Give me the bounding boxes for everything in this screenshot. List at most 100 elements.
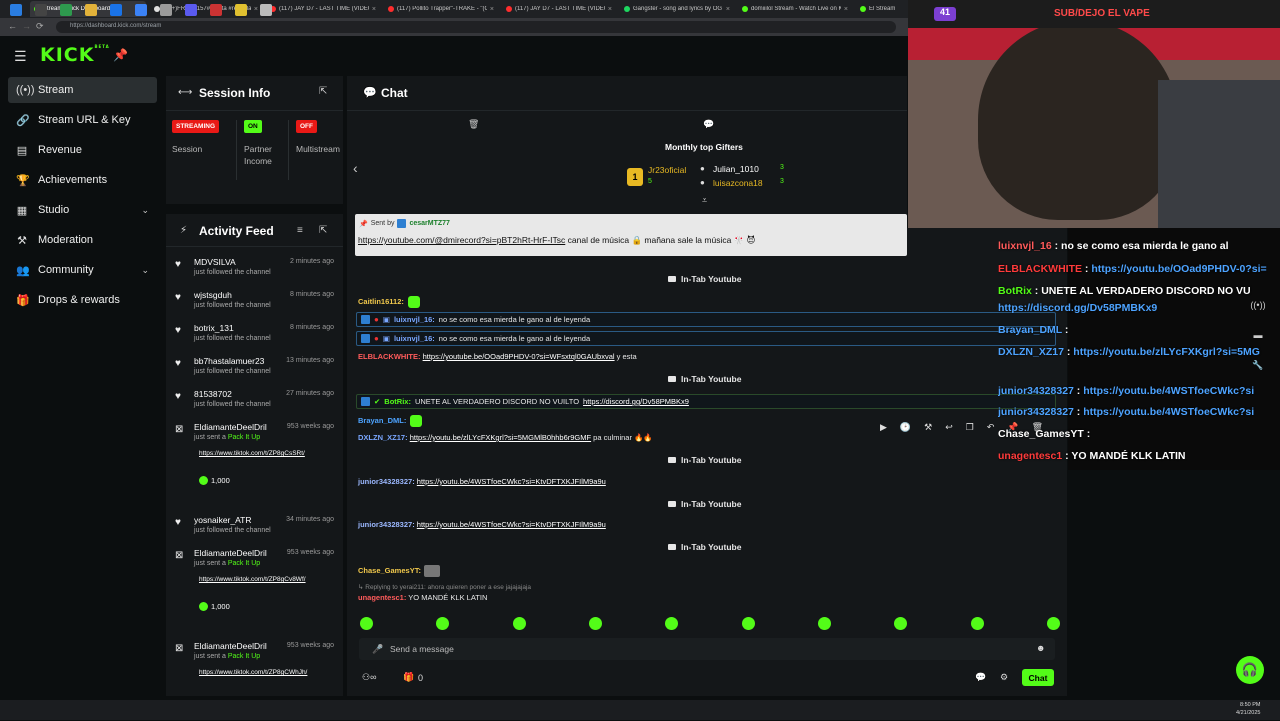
app-icon[interactable] bbox=[210, 4, 222, 16]
filter-icon[interactable]: ≡ bbox=[297, 225, 303, 236]
browser-tab[interactable]: El Stream bbox=[856, 1, 908, 17]
emoji-icon[interactable]: ☻ bbox=[1036, 643, 1045, 653]
pin-icon[interactable]: 📌 bbox=[113, 48, 128, 62]
in-tab-youtube-embed[interactable]: In-Tab Youtube bbox=[668, 455, 741, 465]
copy-icon[interactable]: ❐ bbox=[966, 422, 974, 433]
search-icon[interactable] bbox=[35, 4, 47, 16]
reply-icon[interactable]: ↩ bbox=[945, 422, 953, 433]
file-explorer-icon[interactable] bbox=[85, 4, 97, 16]
activity-username[interactable]: wjstsgduh bbox=[194, 290, 232, 300]
activity-username[interactable]: 81538702 bbox=[194, 389, 232, 399]
app-icon[interactable] bbox=[235, 4, 247, 16]
kick-logo[interactable]: KICKBETA bbox=[40, 44, 110, 66]
chat-username[interactable]: BotRix: bbox=[384, 397, 411, 406]
gift-icon[interactable]: 🎁 bbox=[403, 672, 414, 683]
activity-username[interactable]: MDVSILVA bbox=[194, 257, 236, 267]
emote-icon[interactable] bbox=[512, 617, 526, 630]
chat-link[interactable]: https://youtu.be/4WSTfoeCWkc?si=KtvDFTXK… bbox=[417, 477, 606, 486]
emote-icon[interactable] bbox=[1046, 617, 1060, 630]
sidebar-item-stream[interactable]: ((•)) Stream bbox=[8, 77, 157, 103]
close-icon[interactable]: × bbox=[844, 6, 848, 13]
chat-username[interactable]: Caitlin16112: bbox=[358, 297, 404, 306]
chat-username[interactable]: DXLZN_XZ17: bbox=[358, 433, 408, 442]
chevron-down-icon[interactable]: ⩡ bbox=[702, 195, 707, 206]
in-tab-youtube-embed[interactable]: In-Tab Youtube bbox=[668, 499, 741, 509]
activity-username[interactable]: EldiamanteDeelDril bbox=[194, 422, 267, 432]
emote-icon[interactable] bbox=[665, 617, 679, 630]
activity-username[interactable]: EldiamanteDeelDril bbox=[194, 548, 267, 558]
chat-link[interactable]: https://youtu.be/zlLYcFXKgrl?si=5MGMlB0h… bbox=[410, 433, 591, 442]
app-icon[interactable] bbox=[60, 4, 72, 16]
back-icon[interactable]: ← bbox=[8, 21, 17, 31]
close-icon[interactable]: × bbox=[608, 6, 612, 13]
pinned-link[interactable]: https://youtube.com/@dmirecord?si=pBT2hR… bbox=[358, 235, 565, 245]
popout-icon[interactable]: ⇱ bbox=[319, 86, 327, 97]
chat-username[interactable]: junior34328327: bbox=[358, 520, 415, 529]
in-tab-youtube-embed[interactable]: In-Tab Youtube bbox=[668, 274, 741, 284]
close-icon[interactable]: × bbox=[726, 6, 730, 13]
url-field[interactable]: https://dashboard.kick.com/stream bbox=[56, 21, 896, 33]
send-chat-button[interactable]: Chat bbox=[1022, 669, 1054, 686]
activity-username[interactable]: EldiamanteDeelDril bbox=[194, 641, 267, 651]
emote-icon[interactable] bbox=[970, 617, 984, 630]
chat-username[interactable]: ELBLACKWHITE: bbox=[358, 352, 421, 361]
activity-username[interactable]: yosnaiker_ATR bbox=[194, 515, 251, 525]
app-icon[interactable] bbox=[135, 4, 147, 16]
chevron-down-icon[interactable]: ⌄ bbox=[141, 205, 149, 216]
emote-icon[interactable] bbox=[817, 617, 831, 630]
menu-icon[interactable]: ☰ bbox=[14, 48, 27, 65]
chat-input-box[interactable] bbox=[359, 638, 1055, 660]
chat-username[interactable]: unagentesc1: bbox=[358, 593, 406, 602]
steam-icon[interactable] bbox=[160, 4, 172, 16]
sidebar-item-community[interactable]: 👥 Community ⌄ bbox=[8, 257, 157, 283]
chat-username[interactable]: Brayan_DML: bbox=[358, 416, 406, 425]
wrench-icon[interactable]: 🔧 bbox=[1252, 360, 1263, 371]
close-icon[interactable]: × bbox=[372, 6, 376, 13]
sidebar-item-achievements[interactable]: 🏆 Achievements bbox=[8, 167, 157, 193]
browser-tab[interactable]: (117) Pollito Trapper"-TRAKE - "(Off...× bbox=[384, 1, 498, 17]
chat-link[interactable]: https://discord.gg/Dv58PMBKx9 bbox=[583, 397, 689, 406]
window-icon[interactable]: ▬ bbox=[1254, 330, 1263, 340]
browser-tab[interactable]: domiiilol Stream - Watch Live on K... × bbox=[738, 1, 852, 17]
chat-username[interactable]: luixnvjl_16: bbox=[394, 315, 435, 324]
close-icon[interactable]: × bbox=[254, 6, 258, 13]
gear-icon[interactable]: ⚙ bbox=[1000, 672, 1008, 683]
chat-input-placeholder[interactable]: Send a message bbox=[390, 644, 454, 654]
in-tab-youtube-embed[interactable]: In-Tab Youtube bbox=[668, 542, 741, 552]
activity-link[interactable]: https://www.tiktok.com/t/ZP8gCsSRt/ bbox=[199, 449, 331, 458]
trash-icon[interactable]: 🗑 bbox=[468, 119, 479, 130]
chat-bubble-icon[interactable]: 💬 bbox=[975, 672, 986, 683]
clock-icon[interactable]: 🕑 bbox=[900, 422, 911, 433]
sidebar-item-moderation[interactable]: ⚒ Moderation bbox=[8, 227, 157, 253]
chevron-left-icon[interactable]: ‹ bbox=[353, 160, 358, 176]
activity-link[interactable]: https://www.tiktok.com/t/ZP8gCv8Wf/ bbox=[199, 575, 331, 584]
emote-icon[interactable] bbox=[894, 617, 908, 630]
forward-icon[interactable]: → bbox=[22, 21, 31, 31]
browser-tab[interactable]: Gangster - song and lyrics by OG F... × bbox=[620, 1, 734, 17]
activity-username[interactable]: botrix_131 bbox=[194, 323, 234, 333]
browser-tab[interactable]: (117) JAY D7 - LAST TIME (VIDEO C...× bbox=[502, 1, 616, 17]
broadcast-icon[interactable]: ((•)) bbox=[1250, 300, 1265, 310]
browser-tab[interactable]: (117) JAY D7 - LAST TIME (VIDEO... × bbox=[266, 1, 380, 17]
users-infinity-icon[interactable]: ⚇∞ bbox=[362, 672, 376, 683]
undo-icon[interactable]: ↶ bbox=[987, 422, 995, 433]
sidebar-item-drops-rewards[interactable]: 🎁 Drops & rewards bbox=[8, 287, 157, 313]
play-icon[interactable]: ▶ bbox=[880, 422, 887, 433]
mod-hammer-icon[interactable]: ⚒ bbox=[924, 422, 932, 433]
chat-username[interactable]: Chase_GamesYT: bbox=[358, 566, 421, 575]
gifter-name[interactable]: Julian_1010 bbox=[713, 164, 759, 174]
chat-link[interactable]: https://youtu.be/4WSTfoeCWkc?si=KtvDFTXK… bbox=[417, 520, 606, 529]
windows-start-icon[interactable] bbox=[10, 4, 22, 16]
chat-username[interactable]: junior34328327: bbox=[358, 477, 415, 486]
emote-icon[interactable] bbox=[436, 617, 450, 630]
app-icon[interactable] bbox=[185, 4, 197, 16]
sidebar-item-stream-url-key[interactable]: 🔗 Stream URL & Key bbox=[8, 107, 157, 133]
emote-icon[interactable] bbox=[360, 617, 373, 630]
activity-link[interactable]: https://www.tiktok.com/t/ZP8gCWhJh/ bbox=[199, 668, 331, 677]
chat-link[interactable]: https://youtube.be/OOad9PHDV-0?si=WFsxtq… bbox=[423, 352, 615, 361]
sidebar-item-revenue[interactable]: ▤ Revenue bbox=[8, 137, 157, 163]
gifter-name[interactable]: Jr23oficial bbox=[648, 165, 686, 175]
sidebar-item-studio[interactable]: ▦ Studio ⌄ bbox=[8, 197, 157, 223]
emote-icon[interactable] bbox=[741, 617, 755, 630]
pinned-username[interactable]: cesarMTZ77 bbox=[409, 220, 449, 227]
